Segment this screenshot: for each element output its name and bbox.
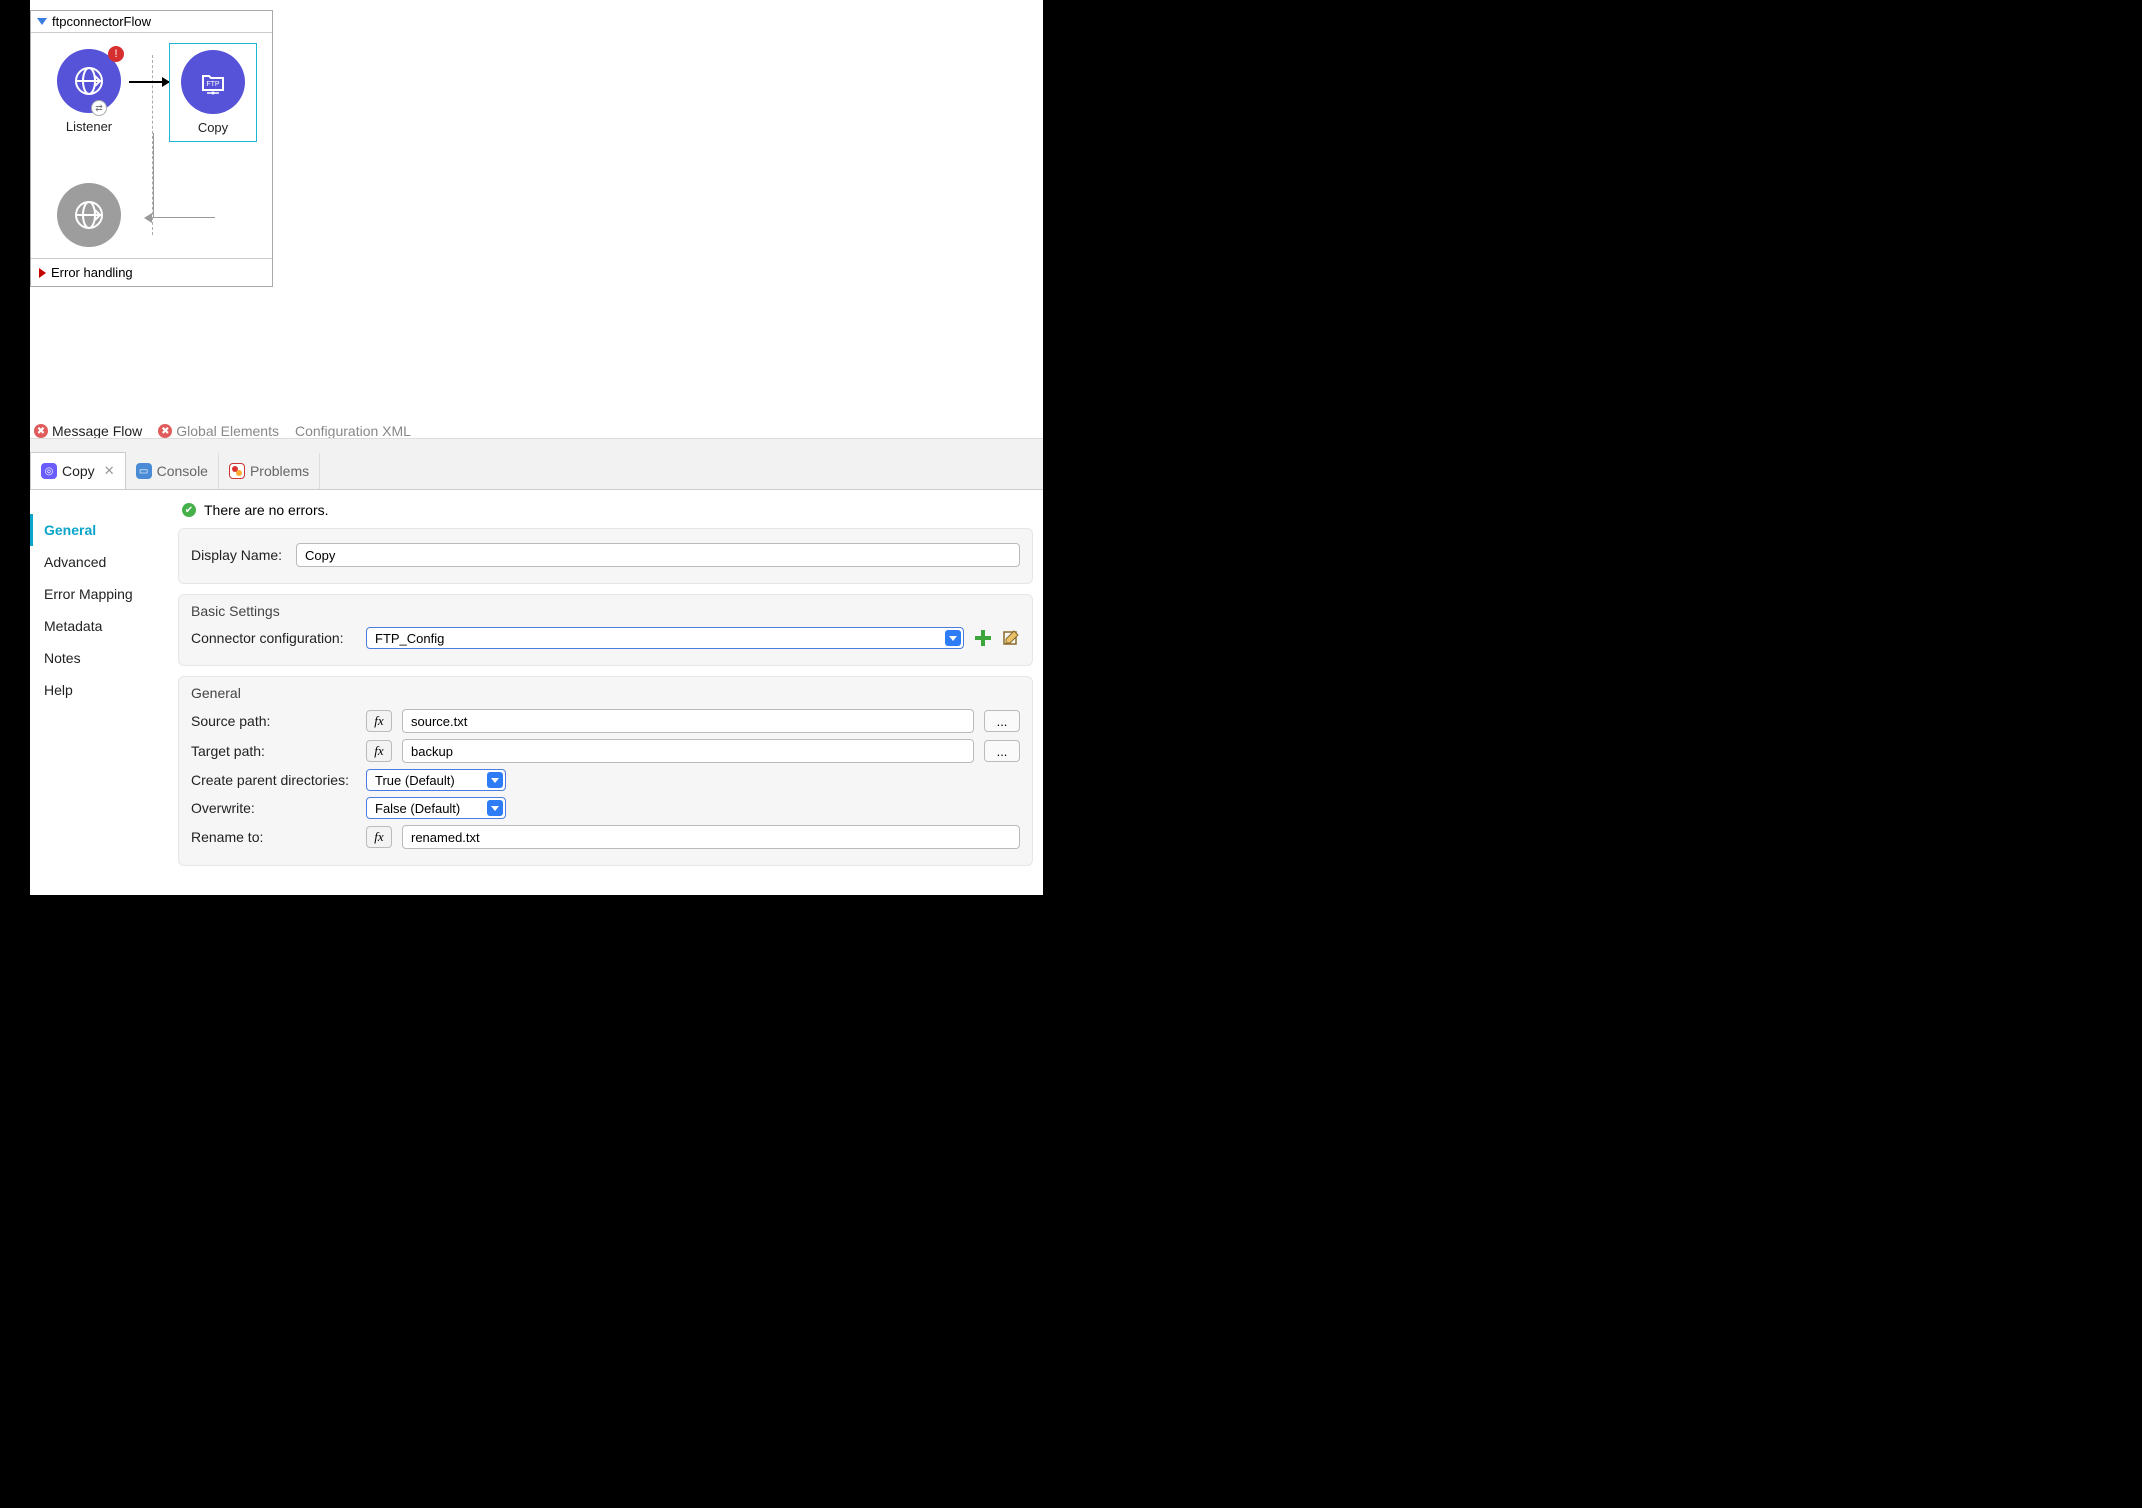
- globe-icon: [71, 63, 107, 99]
- tab-config-xml-label: Configuration XML: [295, 423, 411, 439]
- error-handling-label: Error handling: [51, 265, 133, 280]
- display-name-input[interactable]: [296, 543, 1020, 567]
- console-icon: ▭: [136, 463, 152, 479]
- source-path-label: Source path:: [191, 713, 356, 729]
- create-parent-label: Create parent directories:: [191, 772, 356, 788]
- browse-target-button[interactable]: ...: [984, 740, 1020, 762]
- general-section: General Source path: fx ... Target path:…: [178, 676, 1033, 866]
- sidebar-item-help[interactable]: Help: [30, 674, 178, 706]
- globe-grey-icon: [71, 197, 107, 233]
- tab-message-flow-label: Message Flow: [52, 423, 142, 439]
- tab-problems[interactable]: Problems: [219, 453, 320, 489]
- overwrite-label: Overwrite:: [191, 800, 356, 816]
- source-path-input[interactable]: [402, 709, 974, 733]
- create-parent-value: True (Default): [375, 773, 455, 788]
- fx-button-rename[interactable]: fx: [366, 826, 392, 848]
- flow-node-copy[interactable]: FTP Copy: [169, 43, 257, 142]
- status-text: There are no errors.: [204, 502, 329, 518]
- sidebar-item-advanced[interactable]: Advanced: [30, 546, 178, 578]
- panel-splitter[interactable]: [30, 438, 1043, 445]
- copy-icon: FTP: [181, 50, 245, 114]
- connector-config-select[interactable]: FTP_Config: [366, 627, 964, 649]
- connector-config-label: Connector configuration:: [191, 630, 356, 646]
- flow-name: ftpconnectorFlow: [52, 14, 151, 29]
- general-title: General: [191, 685, 1020, 701]
- flow-container: ftpconnectorFlow ! ⇄ Listener: [30, 10, 273, 287]
- error-dot-icon: ✖: [34, 424, 48, 438]
- flow-node-response[interactable]: [45, 183, 133, 253]
- chevron-down-icon: [487, 772, 503, 788]
- flow-arrow-icon: [129, 81, 169, 83]
- add-config-button[interactable]: [974, 629, 992, 647]
- close-icon[interactable]: ✕: [104, 463, 115, 479]
- basic-settings-title: Basic Settings: [191, 603, 1020, 619]
- problems-icon: [229, 463, 245, 479]
- chevron-down-icon: [945, 630, 961, 646]
- browse-source-button[interactable]: ...: [984, 710, 1020, 732]
- sidebar-item-notes[interactable]: Notes: [30, 642, 178, 674]
- ok-icon: ✔: [182, 503, 196, 517]
- collapse-icon: [37, 18, 47, 25]
- overwrite-select[interactable]: False (Default): [366, 797, 506, 819]
- tab-console[interactable]: ▭ Console: [126, 453, 219, 489]
- basic-settings-section: Basic Settings Connector configuration: …: [178, 594, 1033, 666]
- ftp-folder-icon: FTP: [195, 64, 231, 100]
- lower-tabstrip: ◎ Copy ✕ ▭ Console Problems: [30, 445, 1043, 490]
- display-name-section: Display Name:: [178, 528, 1033, 584]
- fx-button-source[interactable]: fx: [366, 710, 392, 732]
- tab-problems-label: Problems: [250, 463, 309, 479]
- expand-icon: [39, 268, 46, 278]
- error-handling-section[interactable]: Error handling: [31, 259, 272, 286]
- tab-global-elements[interactable]: ✖ Global Elements: [158, 423, 279, 439]
- rename-to-label: Rename to:: [191, 829, 356, 845]
- target-path-input[interactable]: [402, 739, 974, 763]
- properties-main: ✔ There are no errors. Display Name: Bas…: [178, 490, 1043, 895]
- rename-to-input[interactable]: [402, 825, 1020, 849]
- tab-copy-label: Copy: [62, 463, 95, 479]
- listener-icon: ! ⇄: [57, 49, 121, 113]
- target-path-label: Target path:: [191, 743, 356, 759]
- error-dot-icon: ✖: [158, 424, 172, 438]
- response-icon: [57, 183, 121, 247]
- create-parent-select[interactable]: True (Default): [366, 769, 506, 791]
- component-icon: ◎: [41, 463, 57, 479]
- return-arrow-icon: [144, 213, 152, 223]
- properties-sidebar: General Advanced Error Mapping Metadata …: [30, 490, 178, 895]
- sidebar-item-error-mapping[interactable]: Error Mapping: [30, 578, 178, 610]
- listener-label: Listener: [45, 119, 133, 134]
- app-panel: ftpconnectorFlow ! ⇄ Listener: [30, 0, 1043, 895]
- sidebar-item-metadata[interactable]: Metadata: [30, 610, 178, 642]
- tab-config-xml[interactable]: Configuration XML: [295, 423, 411, 439]
- sidebar-item-general[interactable]: General: [30, 514, 178, 546]
- properties-area: General Advanced Error Mapping Metadata …: [30, 490, 1043, 895]
- flow-body: ! ⇄ Listener FTP Copy: [31, 33, 272, 259]
- flow-header[interactable]: ftpconnectorFlow: [31, 11, 272, 33]
- edit-config-button[interactable]: [1002, 629, 1020, 647]
- return-connector: [153, 133, 215, 218]
- error-badge-icon: !: [108, 46, 124, 62]
- tab-global-elements-label: Global Elements: [176, 423, 279, 439]
- display-name-label: Display Name:: [191, 547, 286, 563]
- svg-text:FTP: FTP: [206, 81, 220, 88]
- tab-copy[interactable]: ◎ Copy ✕: [30, 452, 126, 489]
- tab-console-label: Console: [157, 463, 208, 479]
- flow-node-listener[interactable]: ! ⇄ Listener: [45, 49, 133, 134]
- status-row: ✔ There are no errors.: [178, 498, 1033, 528]
- connector-config-value: FTP_Config: [375, 631, 444, 646]
- fx-button-target[interactable]: fx: [366, 740, 392, 762]
- chevron-down-icon: [487, 800, 503, 816]
- overwrite-value: False (Default): [375, 801, 460, 816]
- tab-message-flow[interactable]: ✖ Message Flow: [34, 423, 142, 439]
- swap-badge-icon: ⇄: [91, 100, 107, 116]
